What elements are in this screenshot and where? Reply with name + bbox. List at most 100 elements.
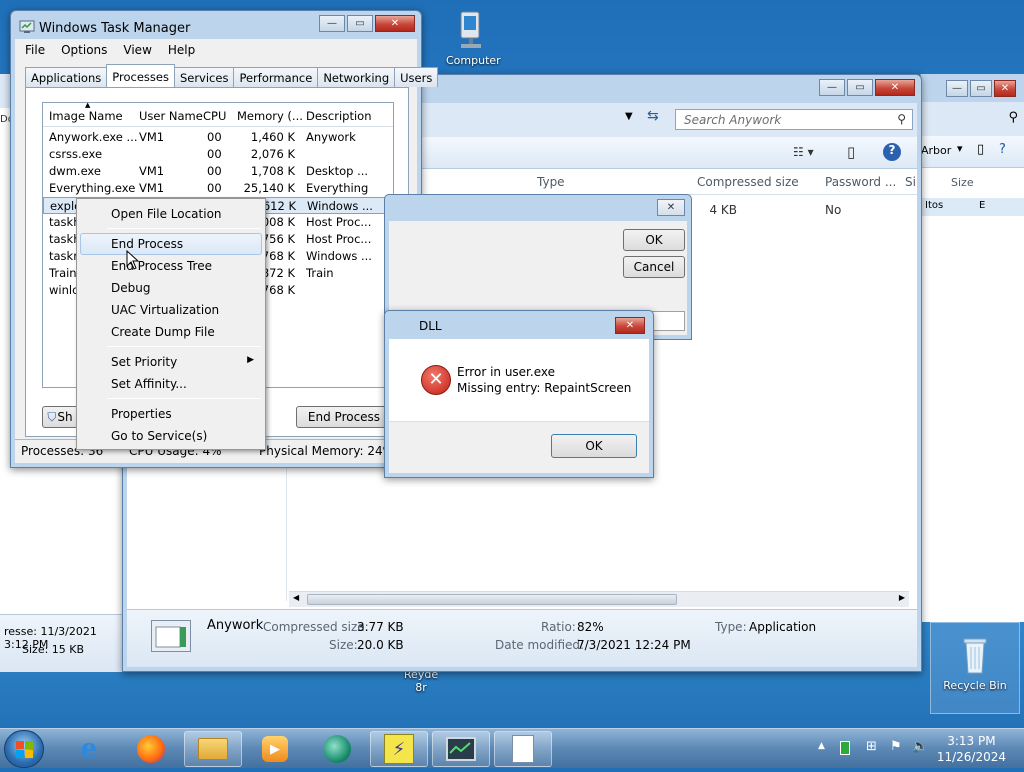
bg-maximize-button[interactable]: ▭ [847,79,873,96]
desktop-icon-computer[interactable]: Computer [446,8,501,67]
tab-services[interactable]: Services [173,67,235,87]
taskbar-media-player[interactable]: ▶ [246,731,304,767]
context-menu: Open File Location End Process End Proce… [76,198,266,450]
table-cell: 00 [207,147,222,161]
taskbar-app-green[interactable] [308,731,366,767]
table-row[interactable]: Anywork.exe ... VM1 00 1,460 K Anywork [43,129,393,146]
tm-close-button[interactable]: ✕ [375,15,415,32]
right-maximize-button[interactable]: ▭ [970,80,992,97]
dialog1-ok-button[interactable]: OK [623,229,685,251]
table-row[interactable]: Everything.exe VM1 00 25,140 K Everything [43,180,393,197]
dialog1-cancel-button[interactable]: Cancel [623,256,685,278]
hdr-cpu[interactable]: CPU [203,109,226,123]
views-icon[interactable]: ☷ ▾ [793,145,814,159]
taskbar-explorer[interactable] [184,731,242,767]
menu-go-to-services[interactable]: Go to Service(s) [80,425,262,447]
menu-create-dump-file[interactable]: Create Dump File [80,321,262,343]
tm-minimize-button[interactable]: — [319,15,345,32]
error-close-button[interactable]: ✕ [615,317,645,334]
scroll-left-icon[interactable]: ◀ [293,593,299,602]
menu-file[interactable]: File [25,43,45,57]
bg-close-button[interactable]: ✕ [875,79,915,96]
right-view-label[interactable]: Arbor [921,144,951,157]
menu-end-process[interactable]: End Process [80,233,262,255]
address-dropdown-icon[interactable]: ▼ [625,111,633,122]
error-ok-button[interactable]: OK [551,434,637,458]
table-cell: VM1 [139,130,165,144]
network-icon[interactable]: ⊞ [866,739,877,754]
col-password[interactable]: Password ... [825,175,896,189]
table-cell: 00 [207,164,222,178]
right-view-dropdown-icon[interactable]: ▾ [957,142,963,155]
table-row[interactable]: csrss.exe 00 2,076 K [43,146,393,163]
table-cell: Desktop ... [306,164,369,178]
status-memory: Physical Memory: 24% [259,444,395,458]
table-cell: VM1 [139,164,165,178]
bg-minimize-button[interactable]: — [819,79,845,96]
menu-help[interactable]: Help [168,43,195,57]
right-minimize-button[interactable]: — [946,80,968,97]
preview-pane-icon[interactable]: ▯ [847,143,855,161]
end-process-button[interactable]: End Process [296,406,392,428]
volume-muted-icon[interactable]: 🔈 [912,739,928,754]
desktop-icon-recycle-bin[interactable]: Recycle Bin [930,622,1020,714]
tab-networking[interactable]: Networking [317,67,396,87]
horizontal-scrollbar[interactable]: ◀ ▶ [289,591,909,607]
col-size[interactable]: Si [905,175,916,189]
menu-options[interactable]: Options [61,43,107,57]
hdr-image-name[interactable]: Image Name [49,109,123,123]
menu-set-priority[interactable]: Set Priority ▶ [80,351,262,373]
show-processes-button[interactable]: ⛉ Sh [42,406,78,428]
flag-icon[interactable]: ⚑ [890,739,902,754]
clock[interactable]: 3:13 PM 11/26/2024 [937,733,1006,765]
table-row[interactable]: dwm.exe VM1 00 1,708 K Desktop ... [43,163,393,180]
scroll-thumb[interactable] [307,594,677,605]
right-explorer-window[interactable]: — ▭ ✕ ⚲ Arbor ▾ ▯ ? Size Itos E [920,74,1024,622]
taskbar-ie[interactable]: e [60,731,118,767]
start-button[interactable] [4,730,44,768]
menu-open-file-location[interactable]: Open File Location [80,203,262,225]
taskbar-app-bolt[interactable]: ⚡ [370,731,428,767]
tab-processes[interactable]: Processes [106,64,175,87]
dialog1-close-button[interactable]: ✕ [657,199,685,216]
hdr-description[interactable]: Description [306,109,372,123]
mouse-cursor-icon [126,249,140,273]
menu-set-affinity[interactable]: Set Affinity... [80,373,262,395]
taskbar-notepad[interactable] [494,731,552,767]
table-cell: Host Proc... [306,215,372,229]
tm-tabs: Applications Processes Services Performa… [25,64,439,87]
menu-end-process-tree[interactable]: End Process Tree [80,255,262,277]
show-hidden-icons[interactable]: ▲ [818,741,825,751]
taskbar-task-manager[interactable] [432,731,490,767]
right-row[interactable]: Itos E [921,198,1024,216]
menu-properties[interactable]: Properties [80,403,262,425]
col-compressed-size[interactable]: Compressed size [697,175,799,189]
row-password: No [825,203,842,217]
tab-users[interactable]: Users [394,67,439,87]
right-help-icon[interactable]: ? [999,142,1006,157]
menu-debug[interactable]: Debug [80,277,262,299]
hdr-memory[interactable]: Memory (... [237,109,303,123]
tab-performance[interactable]: Performance [233,67,319,87]
tm-maximize-button[interactable]: ▭ [347,15,373,32]
col-type[interactable]: Type [537,175,565,189]
right-search-icon[interactable]: ⚲ [1008,110,1018,125]
error-dialog[interactable]: DLL ✕ ✕ Error in user.exe Missing entry:… [384,310,654,478]
scroll-right-icon[interactable]: ▶ [899,593,905,602]
detail-name: Anywork [207,618,264,633]
menu-view[interactable]: View [123,43,151,57]
right-pane-icon[interactable]: ▯ [977,142,984,157]
taskbar-firefox[interactable] [122,731,180,767]
table-cell: Host Proc... [306,232,372,246]
tray-green-icon[interactable] [840,741,850,755]
tab-applications[interactable]: Applications [25,67,108,87]
hdr-user-name[interactable]: User Name [139,109,203,123]
task-manager-title: Windows Task Manager [39,21,191,36]
right-close-button[interactable]: ✕ [994,80,1016,97]
table-cell: 1,708 K [250,164,295,178]
help-icon[interactable]: ? [883,143,901,161]
right-size-column[interactable]: Size [951,176,974,189]
refresh-icon[interactable]: ⇆ [647,108,659,124]
menu-uac-virtualization[interactable]: UAC Virtualization [80,299,262,321]
search-input[interactable]: Search Anywork ⚲ [675,109,913,130]
